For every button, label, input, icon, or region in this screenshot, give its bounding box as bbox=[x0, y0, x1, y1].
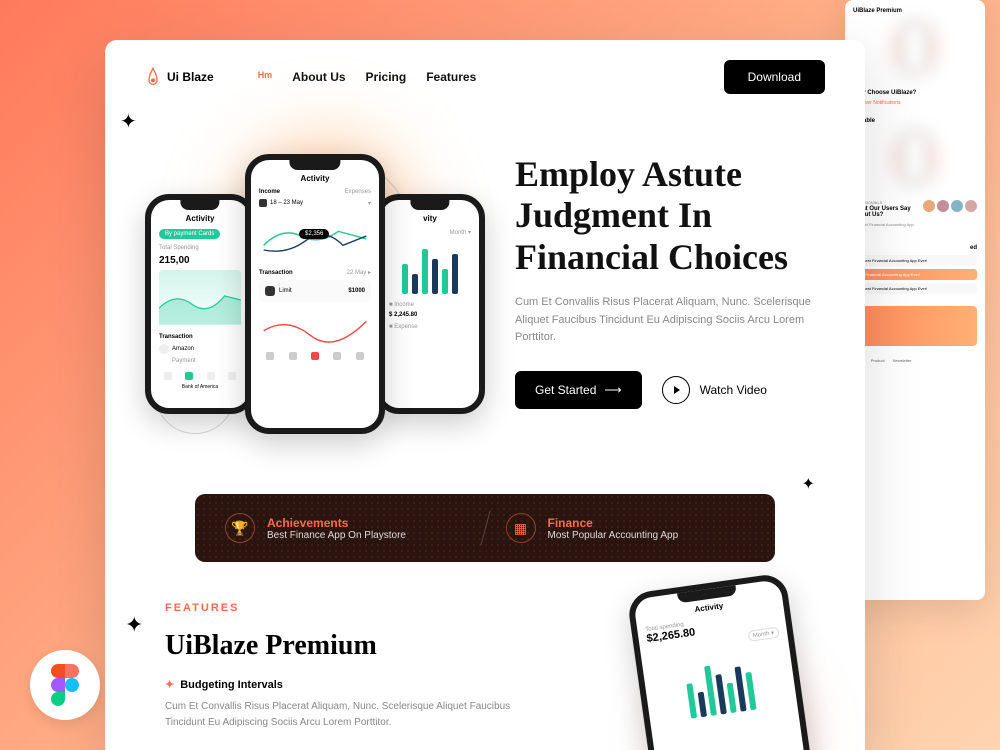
nav-pricing[interactable]: Pricing bbox=[366, 70, 407, 84]
side-cta-banner bbox=[853, 306, 977, 346]
arrow-right-icon: ⟶ bbox=[604, 383, 621, 397]
sparkle-icon: ✦ bbox=[125, 612, 143, 638]
features-text: Cum Et Convallis Risus Placerat Aliquam,… bbox=[165, 699, 545, 731]
trophy-icon: 🏆 bbox=[225, 513, 255, 543]
side-premium-title: UiBlaze Premium bbox=[853, 8, 977, 14]
watch-video-button[interactable]: Watch Video bbox=[662, 376, 767, 404]
nav-about[interactable]: About Us bbox=[292, 70, 345, 84]
main-landing-page: Ui Blaze Hm About Us Pricing Features Do… bbox=[105, 40, 865, 750]
get-started-button[interactable]: Get Started ⟶ bbox=[515, 371, 642, 409]
hero-section: ✦ ✦ Activity By payment Cards Total Spen… bbox=[105, 114, 865, 474]
nav-home[interactable]: Hm bbox=[258, 70, 273, 84]
achievement-item: 🏆 Achievements Best Finance App On Plays… bbox=[225, 513, 465, 543]
sparkle-small-icon: ✦ bbox=[165, 678, 174, 691]
nav-features[interactable]: Features bbox=[426, 70, 476, 84]
features-section: ✦ FEATURES UiBlaze Premium ✦ Budgeting I… bbox=[105, 582, 865, 750]
download-button[interactable]: Download bbox=[724, 60, 825, 94]
brand-name: Ui Blaze bbox=[167, 70, 214, 84]
side-preview: UiBlaze Premium Why Choose UiBlaze? ● Cl… bbox=[845, 0, 985, 600]
side-why-title: Why Choose UiBlaze? bbox=[853, 90, 977, 96]
achievement-item: ▦ Finance Most Popular Accounting App bbox=[506, 513, 746, 543]
side-card: TheBest Financial Accounting App Ever! bbox=[853, 283, 977, 294]
navbar: Ui Blaze Hm About Us Pricing Features Do… bbox=[105, 40, 865, 114]
finance-icon: ▦ bbox=[506, 513, 536, 543]
logo[interactable]: Ui Blaze bbox=[145, 67, 214, 87]
phone-mockup-right: vity Month ▾ ■ Income $ 2,245.80 ■ E bbox=[375, 194, 485, 414]
achievements-bar: 🏆 Achievements Best Finance App On Plays… bbox=[195, 494, 775, 562]
hero-phones: Activity By payment Cards Total Spending… bbox=[145, 134, 485, 444]
side-card-highlight: Best Financial Accounting App Ever! bbox=[853, 269, 977, 280]
features-label: FEATURES bbox=[165, 602, 545, 614]
figma-badge[interactable] bbox=[30, 650, 100, 720]
phone-mockup-center: Activity Income Expenses 18 – 23 May ▾ bbox=[245, 154, 385, 434]
sparkle-icon: ✦ bbox=[802, 474, 815, 494]
play-icon bbox=[662, 376, 690, 404]
hero-content: Employ Astute Judgment In Financial Choi… bbox=[515, 134, 825, 444]
flame-icon bbox=[145, 67, 161, 87]
side-notif: ● Clever Notifications bbox=[853, 100, 977, 106]
hero-headline: Employ Astute Judgment In Financial Choi… bbox=[515, 154, 825, 278]
side-card: TheBest Financial Accounting App Ever! bbox=[853, 255, 977, 266]
phone-mockup-left: Activity By payment Cards Total Spending… bbox=[145, 194, 255, 414]
side-custom: mizable bbox=[853, 118, 977, 124]
nav-links: Hm About Us Pricing Features bbox=[258, 70, 477, 84]
features-subtitle: ✦ Budgeting Intervals bbox=[165, 678, 545, 691]
hero-subtext: Cum Et Convallis Risus Placerat Aliquam,… bbox=[515, 294, 825, 347]
figma-icon bbox=[51, 664, 79, 706]
features-phone-mockup: Activity Total spending $2,265.80 Month … bbox=[626, 572, 823, 750]
features-title: UiBlaze Premium bbox=[165, 630, 545, 662]
sparkle-icon: ✦ bbox=[120, 109, 137, 134]
